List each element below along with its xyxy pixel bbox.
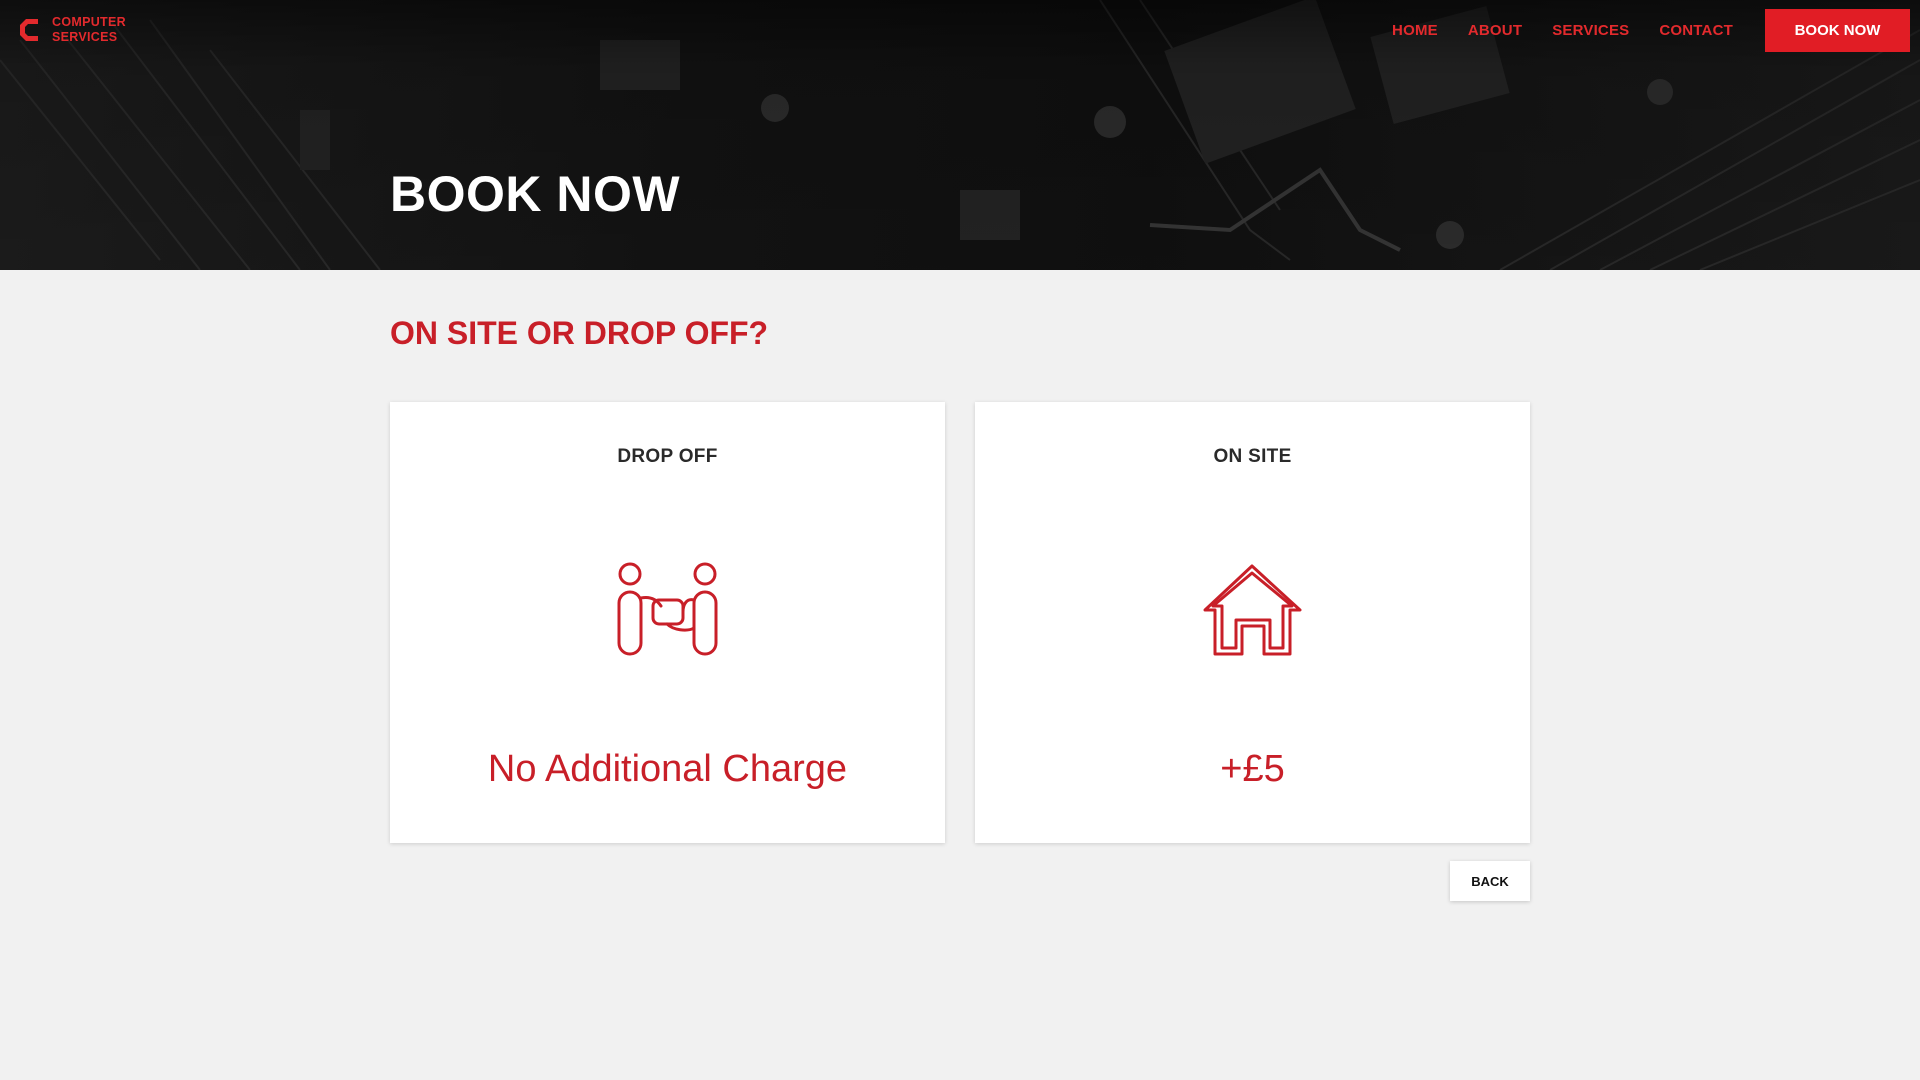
logo-text: COMPUTER SERVICES (52, 15, 126, 45)
drop-off-price: No Additional Charge (487, 748, 848, 790)
logo-line-2: SERVICES (52, 30, 118, 44)
logo[interactable]: COMPUTER SERVICES (18, 15, 126, 45)
handover-icon (617, 562, 718, 656)
page-title: BOOK NOW (390, 166, 681, 222)
logo-line-1: COMPUTER (52, 15, 126, 29)
house-icon (1203, 564, 1302, 656)
nav-contact[interactable]: CONTACT (1659, 22, 1733, 39)
main-nav: HOME ABOUT SERVICES CONTACT BOOK NOW (1392, 9, 1910, 52)
drop-off-title: DROP OFF (617, 446, 718, 467)
book-now-button[interactable]: BOOK NOW (1765, 9, 1910, 52)
hero-banner: COMPUTER SERVICES HOME ABOUT SERVICES CO… (0, 0, 1920, 270)
drop-off-option-card[interactable]: DROP OFF No Additional Charge (390, 402, 945, 843)
nav-about[interactable]: ABOUT (1468, 22, 1522, 39)
on-site-price: +£5 (1220, 748, 1285, 790)
logo-mark-icon (20, 19, 38, 41)
nav-home[interactable]: HOME (1392, 22, 1438, 39)
question-heading: ON SITE OR DROP OFF? (390, 315, 769, 351)
on-site-title: ON SITE (1213, 446, 1292, 467)
back-button[interactable]: BACK (1450, 861, 1530, 901)
nav-services[interactable]: SERVICES (1552, 22, 1629, 39)
on-site-option-card[interactable]: ON SITE +£5 (975, 402, 1530, 843)
